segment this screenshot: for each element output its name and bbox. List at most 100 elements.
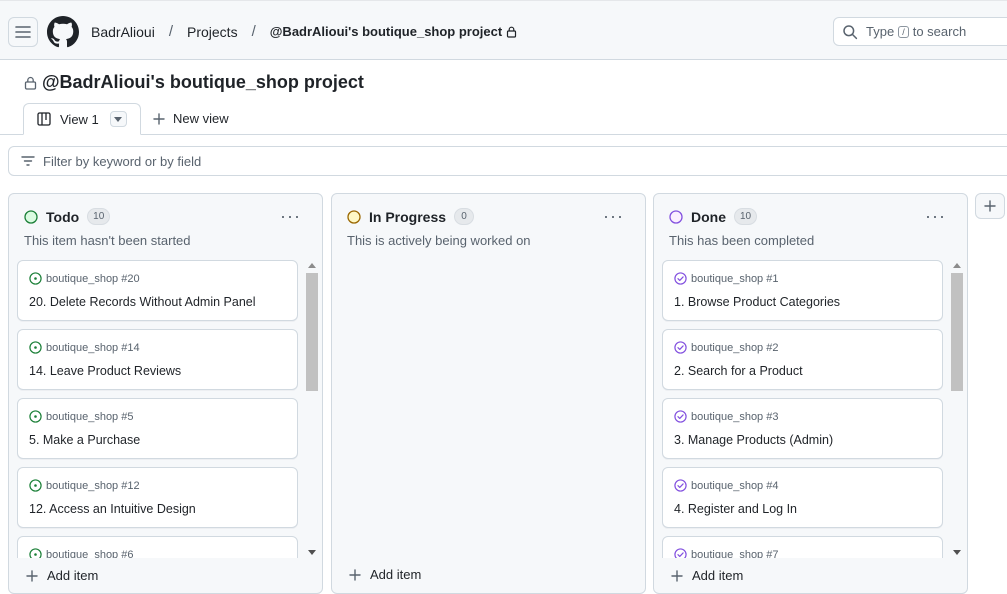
issue-card[interactable]: boutique_shop #20 20. Delete Records With… [17, 260, 298, 321]
status-circle-icon [347, 209, 361, 224]
issue-card[interactable]: boutique_shop #14 14. Leave Product Revie… [17, 329, 298, 390]
issue-closed-icon [674, 479, 687, 492]
issue-reference[interactable]: boutique_shop #5 [46, 411, 133, 423]
issue-title[interactable]: 3. Manage Products (Admin) [674, 433, 833, 447]
issue-title[interactable]: 4. Register and Log In [674, 502, 797, 516]
breadcrumb-owner[interactable]: BadrAlioui [91, 24, 155, 40]
column-more-button[interactable]: ··· [925, 206, 946, 227]
column-title: Todo [46, 208, 80, 225]
lock-icon [506, 26, 517, 38]
triangle-down-icon [114, 116, 123, 122]
issue-reference[interactable]: boutique_shop #7 [691, 549, 778, 559]
scrollbar-thumb[interactable] [951, 273, 963, 391]
column-in-progress: In Progress 0 ··· This is actively being… [331, 193, 646, 594]
issue-title[interactable]: 14. Leave Product Reviews [29, 364, 181, 378]
column-title: Done [691, 208, 726, 225]
column-title: In Progress [369, 208, 447, 225]
card-reference: boutique_shop #6 [29, 548, 133, 558]
hamburger-menu-button[interactable] [8, 17, 38, 47]
issue-title[interactable]: 5. Make a Purchase [29, 433, 140, 447]
breadcrumb: BadrAlioui / Projects / @BadrAlioui's bo… [91, 23, 517, 40]
issue-reference[interactable]: boutique_shop #3 [691, 411, 778, 423]
add-item-button[interactable]: Add item [349, 567, 421, 582]
scroll-up-arrow[interactable] [953, 263, 961, 268]
plus-icon [349, 568, 361, 581]
hamburger-icon [15, 26, 31, 38]
card-reference: boutique_shop #12 [29, 479, 140, 492]
issue-reference[interactable]: boutique_shop #20 [46, 273, 140, 285]
search-hint-prefix: Type [866, 24, 895, 39]
issue-card[interactable]: boutique_shop #12 12. Access an Intuitive… [17, 467, 298, 528]
issue-card[interactable]: boutique_shop #3 3. Manage Products (Admi… [662, 398, 943, 459]
add-item-label: Add item [692, 568, 744, 583]
issue-reference[interactable]: boutique_shop #4 [691, 480, 778, 492]
issue-open-icon [29, 341, 42, 354]
search-input[interactable]: Type / to search [833, 17, 1007, 46]
card-reference: boutique_shop #4 [674, 479, 778, 492]
plus-icon [671, 569, 683, 582]
scroll-down-arrow[interactable] [308, 550, 316, 555]
column-count-badge: 10 [734, 208, 758, 225]
issue-title[interactable]: 12. Access an Intuitive Design [29, 502, 196, 516]
issue-card[interactable]: boutique_shop #1 1. Browse Product Catego… [662, 260, 943, 321]
scroll-down-arrow[interactable] [953, 550, 961, 555]
add-item-button[interactable]: Add item [26, 568, 98, 583]
issue-reference[interactable]: boutique_shop #2 [691, 342, 778, 354]
column-description: This item hasn't been started [24, 233, 191, 248]
issue-card[interactable]: boutique_shop #4 4. Register and Log In [662, 467, 943, 528]
scroll-up-arrow[interactable] [308, 263, 316, 268]
column-todo: Todo 10 ··· This item hasn't been starte… [8, 193, 323, 594]
issue-card[interactable]: boutique_shop #7 [662, 536, 943, 558]
add-column-button[interactable] [975, 193, 1005, 219]
new-view-label: New view [173, 111, 229, 126]
add-item-label: Add item [47, 568, 99, 583]
issue-title[interactable]: 1. Browse Product Categories [674, 295, 840, 309]
status-circle-icon [669, 209, 683, 224]
card-reference: boutique_shop #5 [29, 410, 133, 423]
column-description: This is actively being worked on [347, 233, 531, 248]
issue-open-icon [29, 410, 42, 423]
filter-input[interactable]: Filter by keyword or by field [8, 146, 1007, 176]
new-view-button[interactable]: New view [153, 111, 229, 126]
card-reference: boutique_shop #2 [674, 341, 778, 354]
plus-icon [984, 200, 996, 212]
column-more-button[interactable]: ··· [280, 206, 301, 227]
column-header: In Progress 0 [347, 208, 475, 225]
breadcrumb-projects[interactable]: Projects [187, 24, 238, 40]
column-more-button[interactable]: ··· [603, 206, 624, 227]
breadcrumb-project[interactable]: @BadrAlioui's boutique_shop project [270, 24, 502, 39]
tabs-divider [0, 134, 1007, 135]
issue-closed-icon [674, 272, 687, 285]
tab-view-1[interactable]: View 1 [23, 103, 141, 135]
card-list: boutique_shop #20 20. Delete Records With… [17, 260, 299, 558]
column-done: Done 10 ··· This has been completed bout… [653, 193, 968, 594]
breadcrumb-separator: / [168, 23, 173, 40]
issue-reference[interactable]: boutique_shop #1 [691, 273, 778, 285]
card-reference: boutique_shop #1 [674, 272, 778, 285]
issue-title[interactable]: 20. Delete Records Without Admin Panel [29, 295, 256, 309]
breadcrumb-separator: / [251, 23, 256, 40]
issue-closed-icon [674, 548, 687, 558]
scrollbar[interactable] [951, 261, 963, 557]
issue-open-icon [29, 272, 42, 285]
issue-reference[interactable]: boutique_shop #14 [46, 342, 140, 354]
issue-card[interactable]: boutique_shop #6 [17, 536, 298, 558]
issue-reference[interactable]: boutique_shop #12 [46, 480, 140, 492]
card-reference: boutique_shop #20 [29, 272, 140, 285]
card-list [340, 260, 622, 558]
page-title-row: @BadrAlioui's boutique_shop project [24, 72, 364, 93]
add-item-button[interactable]: Add item [671, 568, 743, 583]
issue-title[interactable]: 2. Search for a Product [674, 364, 803, 378]
search-icon [843, 24, 858, 39]
issue-reference[interactable]: boutique_shop #6 [46, 549, 133, 559]
scrollbar[interactable] [306, 261, 318, 557]
column-description: This has been completed [669, 233, 815, 248]
card-reference: boutique_shop #3 [674, 410, 778, 423]
scrollbar-thumb[interactable] [306, 273, 318, 391]
search-shortcut-key: / [898, 25, 909, 38]
issue-card[interactable]: boutique_shop #5 5. Make a Purchase [17, 398, 298, 459]
github-logo-icon[interactable] [47, 16, 79, 48]
issue-card[interactable]: boutique_shop #2 2. Search for a Product [662, 329, 943, 390]
view-options-button[interactable] [109, 111, 127, 127]
status-circle-icon [24, 209, 38, 224]
